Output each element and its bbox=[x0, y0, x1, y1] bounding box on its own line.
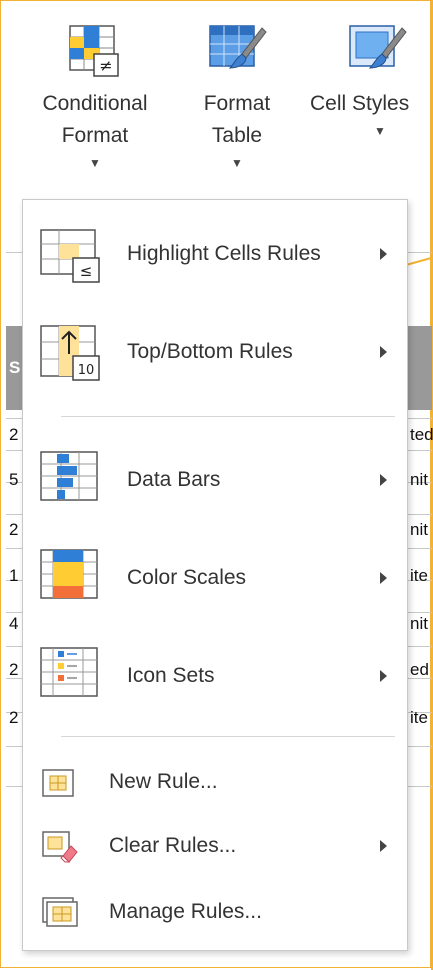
menu-item-highlight-cells-rules[interactable]: ≤ Highlight Cells Rules bbox=[23, 220, 407, 290]
icon-sets-label: Icon Sets bbox=[127, 664, 215, 687]
new-rule-label: New Rule... bbox=[109, 770, 218, 793]
top-bottom-icon: 10 bbox=[40, 325, 100, 381]
less-equal-glyph: ≤ bbox=[80, 262, 93, 280]
format-table-button[interactable]: Format Table ▼ bbox=[178, 20, 296, 170]
cell-fragment: nit bbox=[410, 470, 428, 489]
cell-fragment: 4 bbox=[9, 614, 19, 633]
cell-fragment: nit bbox=[410, 520, 428, 539]
menu-item-new-rule[interactable]: New Rule... bbox=[23, 760, 407, 806]
new-rule-icon bbox=[42, 769, 74, 797]
color-scales-label: Color Scales bbox=[127, 566, 247, 589]
menu-separator bbox=[61, 416, 395, 417]
ribbon: ≠ Conditional Format ▼ Format Table ▼ Ce… bbox=[0, 0, 433, 200]
chevron-down-icon: ▼ bbox=[89, 156, 101, 170]
sheet-header-fragment: S bbox=[9, 358, 21, 377]
icon-sets-icon bbox=[40, 647, 98, 697]
cell-fragment: ite bbox=[410, 708, 428, 727]
top-ten-glyph: 10 bbox=[78, 363, 95, 378]
submenu-arrow-icon bbox=[380, 670, 387, 682]
orange-arrow-icon bbox=[405, 256, 433, 266]
manage-rules-label: Manage Rules... bbox=[109, 900, 262, 923]
highlight-cells-icon: ≤ bbox=[40, 229, 100, 283]
cell-styles-button[interactable]: Cell Styles ▼ bbox=[310, 20, 433, 138]
cell-styles-icon bbox=[349, 25, 407, 69]
cell-fragment: ed bbox=[410, 660, 429, 679]
conditional-format-button[interactable]: ≠ Conditional Format ▼ bbox=[24, 20, 166, 170]
chevron-down-icon: ▼ bbox=[231, 156, 243, 170]
cell-styles-label: Cell Styles bbox=[310, 92, 410, 115]
menu-item-icon-sets[interactable]: Icon Sets bbox=[23, 638, 407, 710]
not-equal-glyph: ≠ bbox=[99, 56, 112, 75]
submenu-arrow-icon bbox=[380, 474, 387, 486]
highlight-cells-label: Highlight Cells Rules bbox=[127, 242, 321, 265]
submenu-arrow-icon bbox=[380, 346, 387, 358]
cell-fragment: ted bbox=[410, 425, 433, 444]
format-table-icon bbox=[209, 25, 267, 69]
cell-fragment: 2 bbox=[9, 660, 19, 679]
conditional-format-icon: ≠ bbox=[69, 25, 119, 77]
submenu-arrow-icon bbox=[380, 840, 387, 852]
cell-fragment: 5 bbox=[9, 470, 19, 489]
cell-fragment: 2 bbox=[9, 708, 19, 727]
conditional-format-label-line1: Conditional bbox=[42, 92, 148, 115]
data-bars-icon bbox=[40, 451, 98, 501]
conditional-format-menu: ≤ Highlight Cells Rules 10 Top/Bottom Ru… bbox=[22, 199, 408, 951]
clear-rules-label: Clear Rules... bbox=[109, 834, 237, 857]
clear-rules-icon bbox=[42, 831, 78, 863]
cell-fragment: 1 bbox=[9, 566, 19, 585]
submenu-arrow-icon bbox=[380, 572, 387, 584]
submenu-arrow-icon bbox=[380, 248, 387, 260]
top-bottom-label: Top/Bottom Rules bbox=[127, 340, 293, 363]
conditional-format-label-line2: Format bbox=[61, 124, 129, 147]
menu-item-top-bottom-rules[interactable]: 10 Top/Bottom Rules bbox=[23, 318, 407, 388]
menu-item-clear-rules[interactable]: Clear Rules... bbox=[23, 824, 407, 870]
color-scales-icon bbox=[40, 549, 98, 599]
format-table-label-line1: Format bbox=[203, 92, 271, 115]
cell-fragment: nit bbox=[410, 614, 428, 633]
cell-fragment: ite bbox=[410, 566, 428, 585]
menu-item-color-scales[interactable]: Color Scales bbox=[23, 540, 407, 612]
menu-item-data-bars[interactable]: Data Bars bbox=[23, 442, 407, 514]
format-table-label-line2: Table bbox=[211, 124, 263, 147]
manage-rules-icon bbox=[42, 897, 78, 927]
menu-separator bbox=[61, 736, 395, 737]
chevron-down-icon: ▼ bbox=[374, 124, 386, 138]
cell-fragment: 2 bbox=[9, 520, 19, 539]
cell-fragment: 2 bbox=[9, 425, 19, 444]
menu-item-manage-rules[interactable]: Manage Rules... bbox=[23, 890, 407, 936]
data-bars-label: Data Bars bbox=[127, 468, 221, 491]
